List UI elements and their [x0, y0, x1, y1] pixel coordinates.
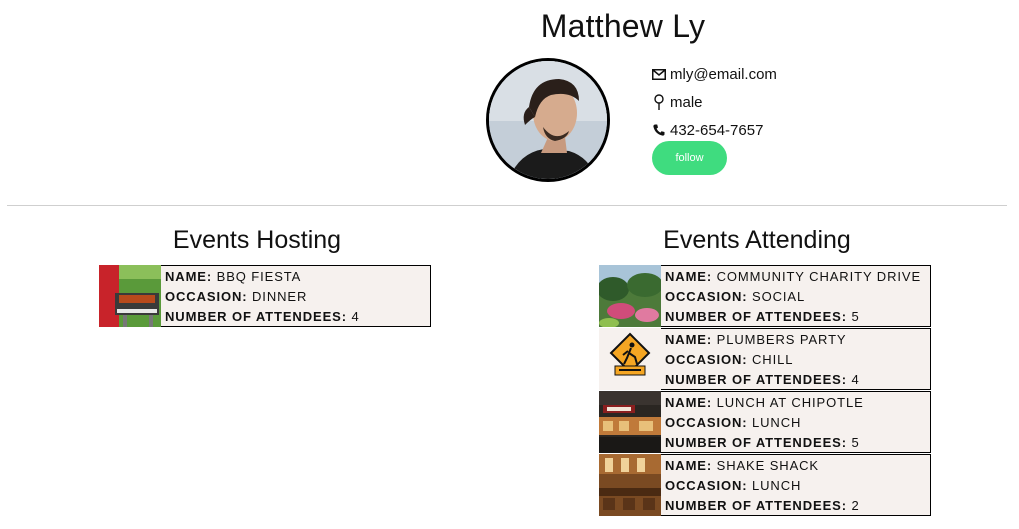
attendees-label: NUMBER OF ATTENDEES:: [665, 372, 847, 387]
attending-event-list: NAME: COMMUNITY CHARITY DRIVE OCCASION: …: [599, 265, 931, 516]
event-name-line: NAME: PLUMBERS PARTY: [665, 330, 860, 350]
event-name-line: NAME: COMMUNITY CHARITY DRIVE: [665, 267, 921, 287]
event-name-line: NAME: SHAKE SHACK: [665, 456, 860, 476]
avatar: [486, 58, 610, 182]
event-occasion: CHILL: [752, 352, 794, 367]
event-attendees-line: NUMBER OF ATTENDEES: 4: [165, 307, 360, 327]
garden-photo: [599, 265, 661, 327]
event-card[interactable]: NAME: BBQ FIESTA OCCASION: DINNER NUMBER…: [99, 265, 431, 327]
phone-icon: [652, 123, 666, 137]
event-details: NAME: COMMUNITY CHARITY DRIVE OCCASION: …: [661, 266, 921, 326]
event-attendees-line: NUMBER OF ATTENDEES: 5: [665, 433, 864, 453]
event-attendees: 4: [851, 372, 860, 387]
bbq-grill-photo: [99, 265, 161, 327]
event-attendees-line: NUMBER OF ATTENDEES: 5: [665, 307, 921, 327]
event-name-line: NAME: BBQ FIESTA: [165, 267, 360, 287]
contact-info: mly@email.com male 432-654-7657: [652, 60, 777, 144]
phone-row: 432-654-7657: [652, 116, 777, 144]
name-label: NAME:: [665, 332, 713, 347]
attendees-label: NUMBER OF ATTENDEES:: [665, 309, 847, 324]
email-text: mly@email.com: [670, 65, 777, 83]
occasion-label: OCCASION:: [665, 352, 748, 367]
profile-name: Matthew Ly: [540, 8, 706, 44]
name-label: NAME:: [665, 269, 713, 284]
phone-text: 432-654-7657: [670, 121, 764, 139]
divider: [7, 205, 1007, 206]
event-attendees: 5: [851, 309, 860, 324]
event-details: NAME: SHAKE SHACK OCCASION: LUNCH NUMBER…: [661, 455, 860, 515]
hosting-event-list: NAME: BBQ FIESTA OCCASION: DINNER NUMBER…: [99, 265, 431, 327]
event-attendees: 4: [351, 309, 360, 324]
back-to-work-sign: [599, 328, 661, 390]
event-name: SHAKE SHACK: [716, 458, 819, 473]
event-occasion: DINNER: [252, 289, 308, 304]
event-attendees-line: NUMBER OF ATTENDEES: 4: [665, 370, 860, 390]
event-details: NAME: PLUMBERS PARTY OCCASION: CHILL NUM…: [661, 329, 860, 389]
event-card[interactable]: NAME: LUNCH AT CHIPOTLE OCCASION: LUNCH …: [599, 391, 931, 453]
event-name: LUNCH AT CHIPOTLE: [716, 395, 864, 410]
event-occasion-line: OCCASION: CHILL: [665, 350, 860, 370]
attendees-label: NUMBER OF ATTENDEES:: [665, 498, 847, 513]
email-row: mly@email.com: [652, 60, 777, 88]
gender-row: male: [652, 88, 777, 116]
event-attendees: 2: [851, 498, 860, 513]
name-label: NAME:: [165, 269, 213, 284]
event-occasion: LUNCH: [752, 478, 802, 493]
event-name: BBQ FIESTA: [216, 269, 302, 284]
event-attendees-line: NUMBER OF ATTENDEES: 2: [665, 496, 860, 516]
occasion-label: OCCASION:: [665, 289, 748, 304]
event-occasion: SOCIAL: [752, 289, 806, 304]
event-occasion-line: OCCASION: DINNER: [165, 287, 360, 307]
chipotle-storefront-photo: [599, 391, 661, 453]
restaurant-interior-photo: [599, 454, 661, 516]
events-attending-title: Events Attending: [663, 226, 851, 254]
event-name: COMMUNITY CHARITY DRIVE: [716, 269, 922, 284]
name-label: NAME:: [665, 395, 713, 410]
occasion-label: OCCASION:: [665, 415, 748, 430]
event-card[interactable]: NAME: SHAKE SHACK OCCASION: LUNCH NUMBER…: [599, 454, 931, 516]
event-name-line: NAME: LUNCH AT CHIPOTLE: [665, 393, 864, 413]
event-occasion-line: OCCASION: LUNCH: [665, 413, 864, 433]
occasion-label: OCCASION:: [165, 289, 248, 304]
name-label: NAME:: [665, 458, 713, 473]
occasion-label: OCCASION:: [665, 478, 748, 493]
event-occasion-line: OCCASION: SOCIAL: [665, 287, 921, 307]
event-details: NAME: BBQ FIESTA OCCASION: DINNER NUMBER…: [161, 266, 360, 326]
envelope-icon: [652, 67, 666, 81]
event-attendees: 5: [851, 435, 860, 450]
male-symbol-icon: [652, 94, 666, 110]
event-name: PLUMBERS PARTY: [716, 332, 847, 347]
events-hosting-title: Events Hosting: [172, 226, 342, 254]
attendees-label: NUMBER OF ATTENDEES:: [665, 435, 847, 450]
follow-button[interactable]: follow: [652, 141, 727, 175]
event-details: NAME: LUNCH AT CHIPOTLE OCCASION: LUNCH …: [661, 392, 864, 452]
gender-text: male: [670, 93, 703, 111]
event-card[interactable]: NAME: COMMUNITY CHARITY DRIVE OCCASION: …: [599, 265, 931, 327]
event-occasion: LUNCH: [752, 415, 802, 430]
event-occasion-line: OCCASION: LUNCH: [665, 476, 860, 496]
attendees-label: NUMBER OF ATTENDEES:: [165, 309, 347, 324]
event-card[interactable]: NAME: PLUMBERS PARTY OCCASION: CHILL NUM…: [599, 328, 931, 390]
